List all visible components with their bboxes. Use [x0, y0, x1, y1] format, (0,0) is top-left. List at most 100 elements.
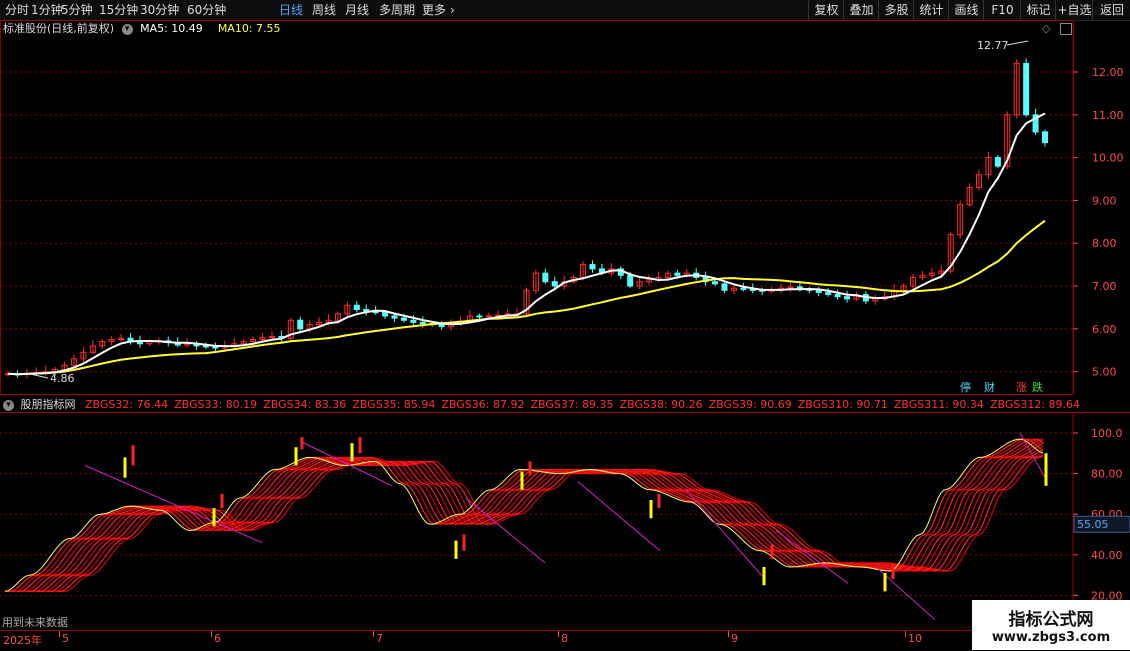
- tab-5[interactable]: 60分钟: [187, 1, 226, 19]
- signal-bar: [462, 534, 466, 551]
- indicator-header: ▾ 股朋指标网 ZBGS32: 76.44 ZBGS33: 80.19 ZBGS34…: [3, 397, 1080, 413]
- signal-bar: [294, 447, 298, 466]
- signal-bar: [762, 566, 766, 586]
- y-tick-label: 6.00: [1092, 323, 1117, 336]
- tab-10[interactable]: 更多: [422, 1, 446, 19]
- signal-bar: [883, 573, 887, 592]
- signal-bar: [220, 493, 224, 509]
- badge-2[interactable]: 涨: [1014, 381, 1029, 395]
- toolbar-button-6[interactable]: 标记: [1020, 0, 1056, 20]
- y-tick-label: 7.00: [1092, 280, 1117, 293]
- time-label-0: 2025年: [3, 634, 42, 647]
- y-tick-label: 12.00: [1092, 66, 1124, 79]
- signal-bar: [649, 499, 653, 519]
- candle-body: [844, 296, 851, 300]
- candle-body: [419, 321, 426, 325]
- signal-bar: [770, 544, 774, 559]
- watermark-title: 指标公式网: [1008, 610, 1094, 630]
- toolbar-button-8[interactable]: 返回: [1092, 0, 1130, 20]
- candlestick-chart[interactable]: 12.00 11.00 10.00 9.00 8.00 7.00 6.00 5.00 12.77…: [0, 20, 1130, 395]
- badge-1[interactable]: 财: [982, 381, 997, 395]
- tab-7[interactable]: 周线: [312, 1, 336, 19]
- tab-6[interactable]: 日线: [279, 1, 303, 19]
- zbgs-value-0: ZBGS32: 76.44: [85, 398, 169, 411]
- zbgs-value-7: ZBGS39: 90.69: [708, 398, 792, 411]
- indicator-values: ZBGS32: 76.44 ZBGS33: 80.19 ZBGS34: 83.36 Z…: [79, 398, 1080, 411]
- time-label-5: 9: [731, 632, 738, 645]
- candle-body: [202, 345, 209, 348]
- signal-bar: [1044, 453, 1048, 486]
- candle-body: [542, 272, 549, 283]
- toolbar-button-7[interactable]: +自选: [1055, 0, 1093, 20]
- tab-9[interactable]: 多周期: [379, 1, 415, 19]
- signal-bar: [891, 562, 895, 580]
- time-tick: [59, 631, 60, 637]
- candle-body: [353, 304, 360, 311]
- tab-3[interactable]: 15分钟: [99, 1, 138, 19]
- current-value-label: 55.05: [1077, 518, 1109, 531]
- zbgs-value-6: ZBGS38: 90.26: [619, 398, 703, 411]
- toolbar-button-4[interactable]: 画线: [948, 0, 984, 20]
- signal-bar: [657, 493, 661, 509]
- watermark-url: www.zbgs3.com: [991, 630, 1111, 645]
- main-frame: [0, 20, 1074, 395]
- tab-1[interactable]: 1分钟: [31, 1, 63, 19]
- toolbar-button-5[interactable]: F10: [983, 0, 1021, 20]
- ma5-line: [7, 112, 1046, 376]
- sub-y-tick-label: 40.00: [1091, 549, 1123, 562]
- candle-body: [740, 287, 747, 290]
- indicator-chart[interactable]: 100.080.0060.0040.0020.0055.05: [0, 412, 1130, 630]
- more-chevron-icon[interactable]: ›: [450, 1, 455, 19]
- zbgs-value-10: ZBGS312: 89.64: [989, 398, 1081, 411]
- tab-8[interactable]: 月线: [345, 1, 369, 19]
- signal-bar: [454, 540, 458, 559]
- high-arrow: [1006, 40, 1029, 46]
- toolbar-button-3[interactable]: 统计: [913, 0, 949, 20]
- indicator-dropdown-icon[interactable]: ▾: [3, 399, 14, 411]
- toolbar-button-0[interactable]: 复权: [808, 0, 844, 20]
- tab-2[interactable]: 5分钟: [61, 1, 93, 19]
- candle-body: [994, 157, 1001, 167]
- toolbar-button-2[interactable]: 多股: [878, 0, 914, 20]
- zbgs-value-3: ZBGS35: 85.94: [352, 398, 436, 411]
- toolbar-button-1[interactable]: 叠加: [843, 0, 879, 20]
- watermark-logo: 指标公式网 www.zbgs3.com: [972, 600, 1130, 650]
- y-tick-label: 9.00: [1092, 194, 1117, 207]
- y-tick-label: 5.00: [1092, 366, 1117, 379]
- candle-body: [551, 281, 558, 287]
- zbgs-value-5: ZBGS37: 89.35: [530, 398, 614, 411]
- candle-body: [410, 319, 417, 323]
- tab-4[interactable]: 30分钟: [140, 1, 179, 19]
- candle-body: [674, 272, 681, 276]
- signal-bar: [123, 457, 127, 478]
- signal-bar: [520, 471, 524, 490]
- signal-bar: [358, 437, 362, 454]
- candle-body: [476, 315, 483, 318]
- signal-bar: [300, 437, 304, 450]
- time-tick: [728, 631, 729, 637]
- candle-body: [400, 317, 407, 321]
- candle-body: [382, 312, 389, 317]
- y-tick-label: 8.00: [1092, 237, 1117, 250]
- badge-0[interactable]: 停: [958, 381, 973, 395]
- badge-3[interactable]: 跌: [1030, 381, 1045, 395]
- time-axis: 2025年 5 6 7 8 9 10: [0, 630, 1130, 651]
- time-tick: [905, 631, 906, 637]
- indicator-ribbon-line: [5, 438, 1044, 592]
- future-data-note: 用到未来数据: [2, 616, 68, 629]
- candle-body: [825, 291, 832, 296]
- high-price-label: 12.77: [977, 39, 1009, 52]
- candle-body: [1023, 62, 1030, 116]
- y-tick-label: 10.00: [1092, 152, 1124, 165]
- zbgs-value-4: ZBGS36: 87.92: [441, 398, 525, 411]
- time-label-2: 6: [214, 632, 221, 645]
- tab-0[interactable]: 分时: [5, 1, 29, 19]
- signal-bar: [131, 445, 135, 466]
- candle-body: [589, 264, 596, 270]
- trend-line: [577, 481, 661, 552]
- signal-bar: [528, 461, 532, 476]
- candle-body: [627, 274, 634, 287]
- zbgs-value-8: ZBGS310: 90.71: [797, 398, 888, 411]
- candle-body: [391, 315, 398, 319]
- low-price-label: 4.86: [50, 372, 75, 385]
